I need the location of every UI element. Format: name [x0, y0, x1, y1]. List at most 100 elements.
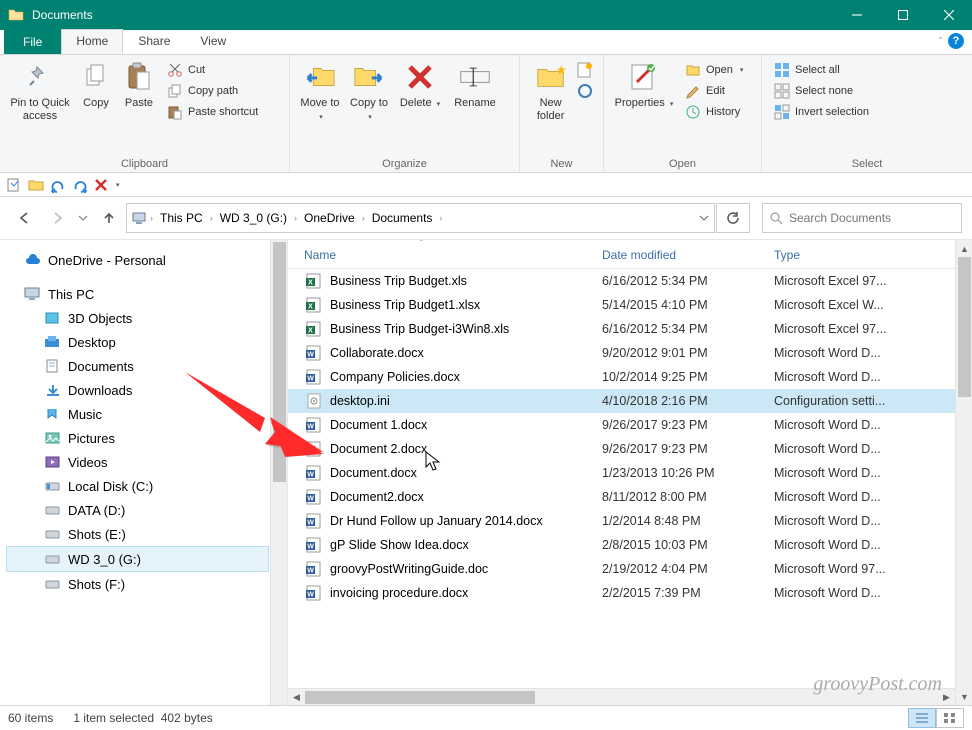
breadcrumb-dropdown[interactable]: [698, 212, 710, 224]
crumb-onedrive[interactable]: OneDrive: [300, 211, 359, 225]
file-row[interactable]: W Company Policies.docx 10/2/2014 9:25 P…: [288, 365, 972, 389]
open-button[interactable]: Open▾: [683, 61, 745, 79]
qat-new-folder-icon[interactable]: [28, 177, 44, 193]
tree-item-icon: [44, 551, 62, 567]
refresh-button[interactable]: [716, 203, 750, 233]
column-date[interactable]: Date modified: [602, 248, 774, 262]
search-input[interactable]: Search Documents: [762, 203, 962, 233]
minimize-button[interactable]: [834, 0, 880, 30]
breadcrumb[interactable]: › This PC› WD 3_0 (G:)› OneDrive› Docume…: [126, 203, 715, 233]
file-row[interactable]: W invoicing procedure.docx 2/2/2015 7:39…: [288, 581, 972, 605]
crumb-documents[interactable]: Documents: [368, 211, 437, 225]
tab-share[interactable]: Share: [123, 29, 185, 54]
details-view-button[interactable]: [908, 708, 936, 728]
paste-button[interactable]: Paste: [118, 59, 160, 123]
status-size: 402 bytes: [161, 711, 213, 725]
rename-button[interactable]: Rename: [447, 59, 503, 123]
invert-selection-button[interactable]: Invert selection: [772, 103, 871, 121]
pin-quick-access-button[interactable]: Pin to Quick access: [6, 59, 74, 123]
tree-onedrive[interactable]: OneDrive - Personal: [6, 248, 287, 272]
tab-home[interactable]: Home: [61, 29, 123, 54]
group-label-open: Open: [610, 156, 755, 170]
copy-path-button[interactable]: Copy path: [165, 82, 260, 100]
forward-button[interactable]: [42, 204, 72, 232]
easy-access-button[interactable]: [576, 82, 597, 100]
tree-item[interactable]: DATA (D:): [6, 498, 287, 522]
sort-indicator-icon: ˆ: [420, 240, 423, 248]
horizontal-scrollbar[interactable]: ◀▶: [288, 688, 955, 705]
file-row[interactable]: W groovyPostWritingGuide.doc 2/19/2012 4…: [288, 557, 972, 581]
icons-view-button[interactable]: [936, 708, 964, 728]
delete-icon: [404, 61, 436, 93]
file-icon: W: [304, 560, 324, 578]
svg-text:W: W: [307, 352, 314, 359]
tree-item[interactable]: Downloads: [6, 378, 287, 402]
file-row[interactable]: W gP Slide Show Idea.docx 2/8/2015 10:03…: [288, 533, 972, 557]
recent-locations-button[interactable]: [74, 204, 92, 232]
collapse-ribbon-button[interactable]: ˆ: [939, 36, 942, 46]
edit-button[interactable]: Edit: [683, 82, 745, 100]
file-row[interactable]: W Dr Hund Follow up January 2014.docx 1/…: [288, 509, 972, 533]
select-none-icon: [774, 83, 790, 99]
file-icon: W: [304, 344, 324, 362]
tree-item[interactable]: Shots (E:): [6, 522, 287, 546]
qat-undo-icon[interactable]: [50, 177, 66, 193]
tree-item[interactable]: Shots (F:): [6, 572, 287, 596]
tree-item[interactable]: Documents: [6, 354, 287, 378]
tab-view[interactable]: View: [185, 29, 241, 54]
group-label-organize: Organize: [296, 156, 513, 170]
crumb-drive[interactable]: WD 3_0 (G:): [216, 211, 291, 225]
move-to-button[interactable]: Move to ▾: [296, 59, 344, 123]
file-row[interactable]: X Business Trip Budget-i3Win8.xls 6/16/2…: [288, 317, 972, 341]
qat-dropdown[interactable]: ▾: [116, 181, 120, 189]
svg-text:W: W: [307, 568, 314, 575]
new-item-button[interactable]: [576, 61, 597, 79]
tree-item[interactable]: Local Disk (C:): [6, 474, 287, 498]
vertical-scrollbar[interactable]: ▲▼: [955, 240, 972, 705]
new-folder-button[interactable]: New folder: [526, 59, 575, 123]
file-row[interactable]: W Collaborate.docx 9/20/2012 9:01 PM Mic…: [288, 341, 972, 365]
tab-file[interactable]: File: [4, 30, 61, 54]
qat-properties-icon[interactable]: [6, 177, 22, 193]
copy-to-button[interactable]: Copy to ▾: [345, 59, 393, 123]
maximize-button[interactable]: [880, 0, 926, 30]
column-type[interactable]: Type: [774, 248, 972, 262]
history-button[interactable]: History: [683, 103, 745, 121]
properties-button[interactable]: Properties ▾: [610, 59, 678, 123]
file-row[interactable]: X Business Trip Budget1.xlsx 5/14/2015 4…: [288, 293, 972, 317]
tree-item[interactable]: Desktop: [6, 330, 287, 354]
file-row[interactable]: W Document2.docx 8/11/2012 8:00 PM Micro…: [288, 485, 972, 509]
column-name[interactable]: Name: [304, 248, 602, 262]
tree-item[interactable]: 3D Objects: [6, 306, 287, 330]
copy-to-icon: [353, 61, 385, 93]
select-none-button[interactable]: Select none: [772, 82, 871, 100]
file-icon: W: [304, 464, 324, 482]
tree-this-pc[interactable]: This PC: [6, 282, 287, 306]
file-row[interactable]: W Document 2.docx 9/26/2017 9:23 PM Micr…: [288, 437, 972, 461]
file-icon: W: [304, 368, 324, 386]
tree-item[interactable]: Pictures: [6, 426, 287, 450]
file-row[interactable]: W Document.docx 1/23/2013 10:26 PM Micro…: [288, 461, 972, 485]
close-button[interactable]: [926, 0, 972, 30]
file-row[interactable]: W Document 1.docx 9/26/2017 9:23 PM Micr…: [288, 413, 972, 437]
delete-button[interactable]: Delete ▾: [394, 59, 446, 123]
back-button[interactable]: [10, 204, 40, 232]
up-button[interactable]: [94, 204, 124, 232]
help-button[interactable]: ?: [948, 33, 964, 49]
file-row[interactable]: desktop.ini 4/10/2018 2:16 PM Configurat…: [288, 389, 972, 413]
cloud-icon: [24, 252, 42, 268]
cut-button[interactable]: Cut: [165, 61, 260, 79]
crumb-this-pc[interactable]: This PC: [156, 211, 207, 225]
copy-button[interactable]: Copy: [75, 59, 117, 123]
tree-item[interactable]: WD 3_0 (G:): [6, 546, 269, 572]
file-row[interactable]: X Business Trip Budget.xls 6/16/2012 5:3…: [288, 269, 972, 293]
column-headers[interactable]: ˆ Name Date modified Type: [288, 240, 972, 269]
sidebar-scrollbar[interactable]: [270, 240, 287, 705]
group-label-new: New: [526, 156, 597, 170]
tree-item[interactable]: Music: [6, 402, 287, 426]
tree-item[interactable]: Videos: [6, 450, 287, 474]
select-all-button[interactable]: Select all: [772, 61, 871, 79]
paste-shortcut-button[interactable]: Paste shortcut: [165, 103, 260, 121]
qat-delete-icon[interactable]: [94, 178, 108, 192]
qat-redo-icon[interactable]: [72, 177, 88, 193]
